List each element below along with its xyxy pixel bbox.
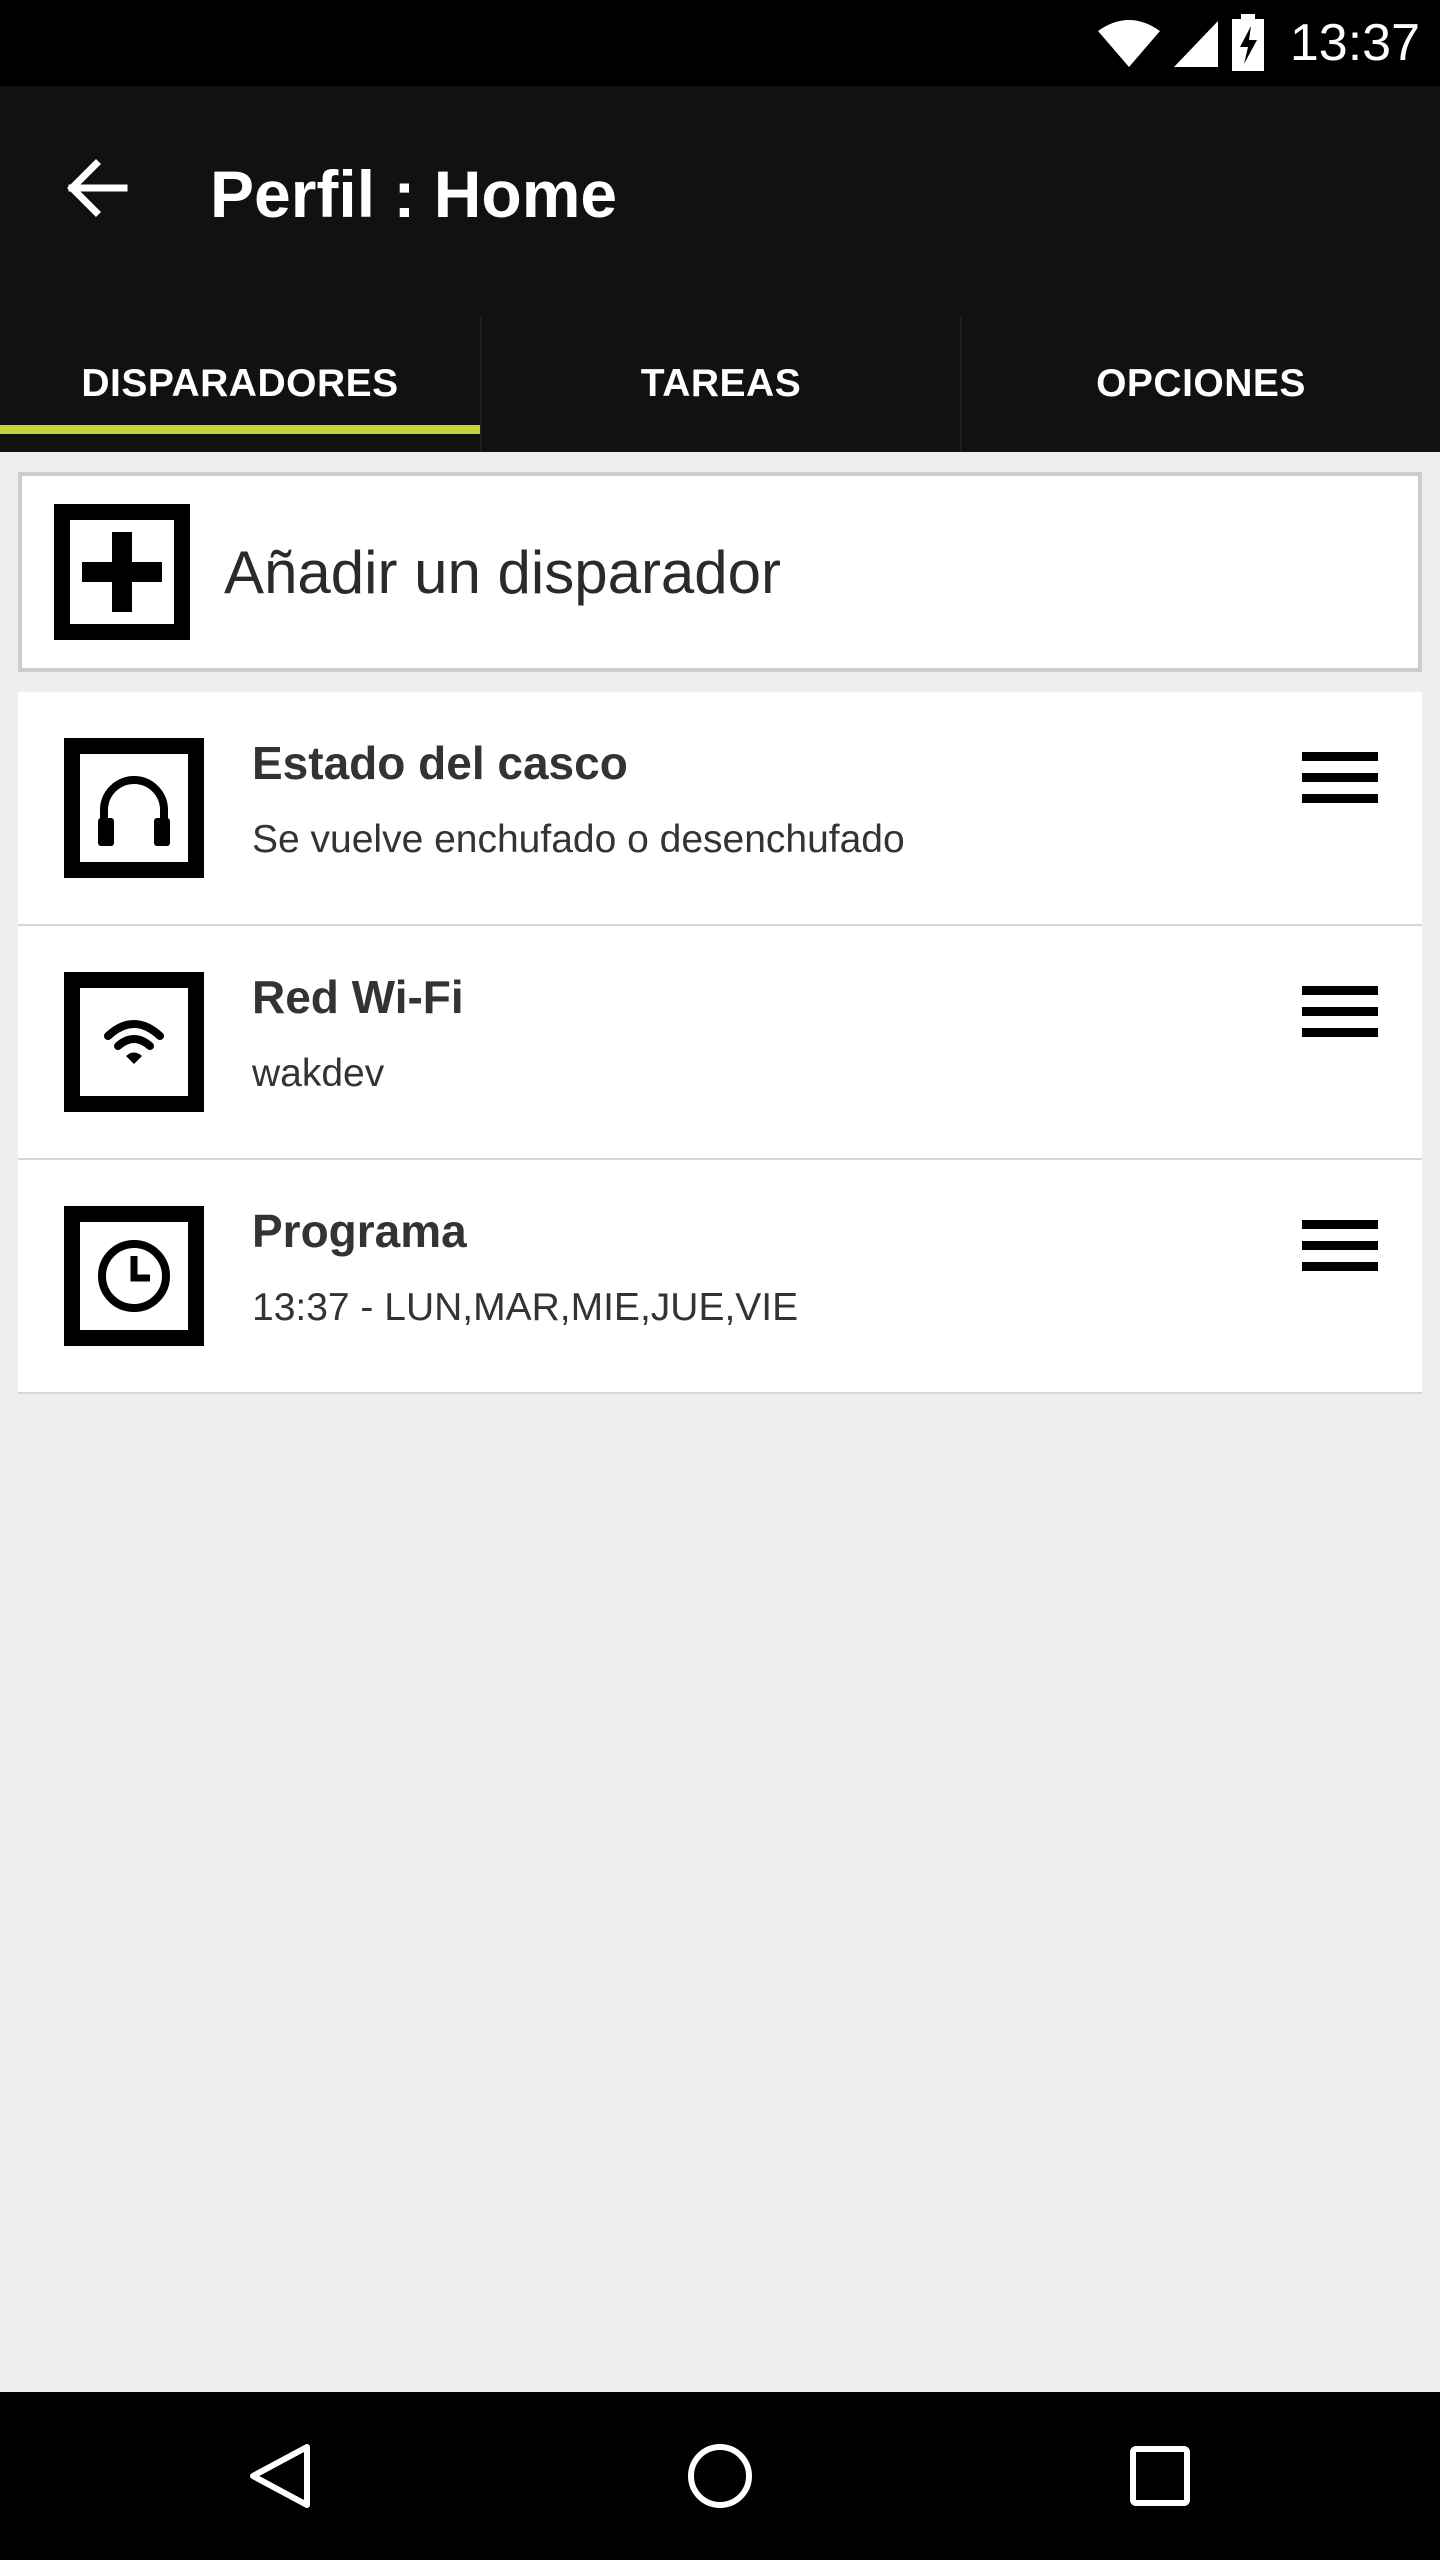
recents-square-icon — [1130, 2446, 1190, 2506]
add-trigger-button[interactable]: Añadir un disparador — [18, 472, 1422, 672]
nav-home-button[interactable] — [670, 2426, 770, 2526]
navigation-bar — [0, 2392, 1440, 2560]
arrow-back-icon — [67, 159, 128, 217]
status-icons: 13:37 — [1096, 0, 1420, 86]
headphones-icon — [64, 738, 204, 878]
wifi-icon — [64, 972, 204, 1112]
clock-icon — [64, 1206, 204, 1346]
list-item[interactable]: Red Wi-Fi wakdev — [18, 926, 1422, 1160]
list-item[interactable]: Programa 13:37 - LUN,MAR,MIE,JUE,VIE — [18, 1160, 1422, 1394]
tab-tareas[interactable]: TAREAS — [480, 316, 960, 452]
drag-handle-icon[interactable] — [1302, 748, 1378, 808]
tab-label: OPCIONES — [1096, 362, 1306, 405]
drag-handle-icon[interactable] — [1302, 1216, 1378, 1276]
home-circle-icon — [688, 2444, 752, 2508]
wifi-signal-icon — [1097, 20, 1160, 67]
nav-recents-button[interactable] — [1110, 2426, 1210, 2526]
battery-charging-icon — [1231, 14, 1264, 71]
tab-opciones[interactable]: OPCIONES — [960, 316, 1440, 452]
back-triangle-icon — [250, 2444, 310, 2508]
trigger-subtitle: Se vuelve enchufado o desenchufado — [252, 818, 905, 861]
status-time: 13:37 — [1289, 14, 1420, 72]
tab-disparadores[interactable]: DISPARADORES — [0, 316, 480, 452]
trigger-title: Red Wi-Fi — [252, 971, 464, 1023]
trigger-title: Estado del casco — [252, 737, 628, 789]
trigger-title: Programa — [252, 1205, 467, 1257]
tab-label: TAREAS — [640, 362, 802, 405]
trigger-list: Estado del casco Se vuelve enchufado o d… — [18, 692, 1422, 1394]
trigger-subtitle: 13:37 - LUN,MAR,MIE,JUE,VIE — [252, 1286, 799, 1329]
tab-bar: DISPARADORES TAREAS OPCIONES — [0, 316, 1440, 452]
tab-selected-indicator — [0, 425, 480, 434]
plus-icon — [54, 504, 190, 640]
nav-back-button[interactable] — [230, 2426, 330, 2526]
app-bar: Perfil : Home DISPARADORES TAREAS OPCION… — [0, 86, 1440, 452]
list-item[interactable]: Estado del casco Se vuelve enchufado o d… — [18, 692, 1422, 926]
cell-signal-icon — [1173, 21, 1218, 67]
page-title: Perfil : Home — [210, 157, 618, 231]
drag-handle-icon[interactable] — [1302, 982, 1378, 1042]
tab-label: DISPARADORES — [81, 362, 399, 405]
status-bar: 13:37 — [0, 0, 1440, 86]
back-button[interactable] — [50, 140, 146, 236]
trigger-subtitle: wakdev — [252, 1052, 385, 1095]
add-trigger-label: Añadir un disparador — [224, 538, 782, 606]
